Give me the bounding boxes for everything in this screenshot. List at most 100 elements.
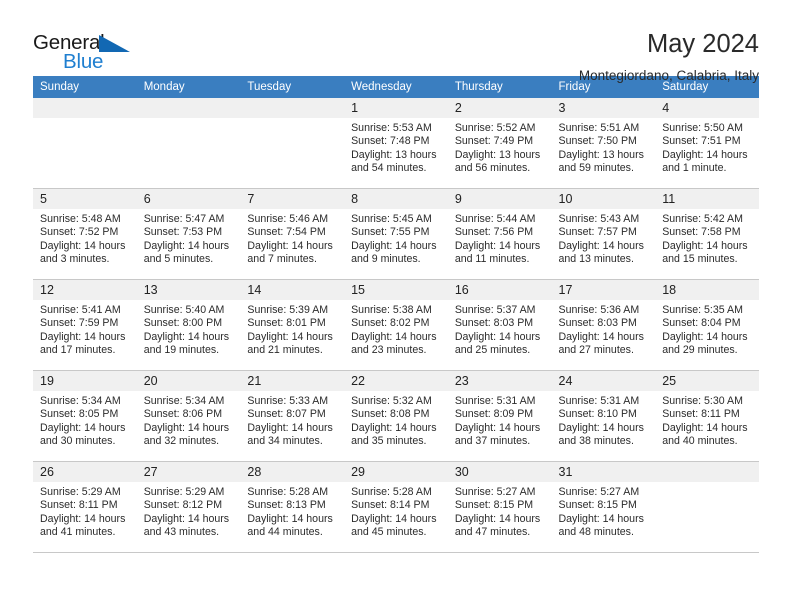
calendar-day-cell[interactable]: 20 Sunrise: 5:34 AM Sunset: 8:06 PM Dayligh… bbox=[136, 370, 241, 462]
detail-daylight-line2: and 21 minutes. bbox=[247, 344, 323, 357]
calendar-cell-inner: 12 Sunrise: 5:41 AM Sunset: 7:59 PM Dayligh… bbox=[33, 280, 137, 370]
calendar-day-cell[interactable]: 6 Sunrise: 5:47 AM Sunset: 7:53 PM Daylight… bbox=[136, 188, 241, 280]
detail-daylight-line1: Daylight: 14 hours bbox=[143, 330, 230, 343]
detail-sunset: Sunset: 7:54 PM bbox=[247, 226, 326, 239]
detail-daylight-line2: and 47 minutes. bbox=[454, 526, 531, 539]
detail-sunrise: Sunrise: 5:46 AM bbox=[247, 213, 329, 225]
calendar-day-cell[interactable]: 18 Sunrise: 5:35 AM Sunset: 8:04 PM Dayligh… bbox=[655, 279, 759, 371]
detail-sunrise: Sunrise: 5:43 AM bbox=[558, 213, 640, 225]
day-details: Sunrise: 5:34 AM Sunset: 8:06 PM Daylight:… bbox=[137, 391, 241, 449]
calendar-day-cell[interactable]: 4 Sunrise: 5:50 AM Sunset: 7:51 PM Daylight… bbox=[655, 98, 759, 189]
day-number: 6 bbox=[136, 189, 241, 209]
detail-daylight-line1: Daylight: 14 hours bbox=[558, 239, 644, 252]
detail-daylight-line2: and 30 minutes. bbox=[40, 435, 116, 448]
day-number: 7 bbox=[240, 189, 345, 209]
detail-sunset: Sunset: 8:11 PM bbox=[40, 499, 118, 512]
calendar-day-cell[interactable]: 11 Sunrise: 5:42 AM Sunset: 7:58 PM Dayligh… bbox=[655, 188, 759, 280]
calendar-week-row: 5 Sunrise: 5:48 AM Sunset: 7:52 PM Daylight… bbox=[33, 188, 759, 280]
day-details: Sunrise: 5:27 AM Sunset: 8:15 PM Daylight:… bbox=[448, 482, 552, 540]
detail-sunrise: Sunrise: 5:50 AM bbox=[662, 122, 743, 134]
detail-daylight-line2: and 37 minutes. bbox=[454, 435, 531, 448]
calendar-day-cell[interactable]: 17 Sunrise: 5:36 AM Sunset: 8:03 PM Dayligh… bbox=[551, 279, 656, 371]
day-number: 30 bbox=[447, 462, 552, 482]
day-details: Sunrise: 5:46 AM Sunset: 7:54 PM Daylight:… bbox=[240, 209, 344, 267]
detail-daylight-line2: and 19 minutes. bbox=[143, 344, 220, 357]
calendar-week-row: 1 Sunrise: 5:53 AM Sunset: 7:48 PM Daylight… bbox=[33, 98, 759, 189]
calendar-day-cell[interactable]: 13 Sunrise: 5:40 AM Sunset: 8:00 PM Dayligh… bbox=[136, 279, 241, 371]
calendar-day-cell[interactable]: 21 Sunrise: 5:33 AM Sunset: 8:07 PM Dayligh… bbox=[240, 370, 345, 462]
calendar-day-cell[interactable]: 3 Sunrise: 5:51 AM Sunset: 7:50 PM Daylight… bbox=[551, 98, 656, 189]
calendar-day-cell[interactable]: 12 Sunrise: 5:41 AM Sunset: 7:59 PM Dayligh… bbox=[33, 279, 137, 371]
detail-daylight-line1: Daylight: 14 hours bbox=[143, 421, 230, 434]
calendar-day-cell[interactable]: 5 Sunrise: 5:48 AM Sunset: 7:52 PM Daylight… bbox=[33, 188, 137, 280]
day-details: Sunrise: 5:47 AM Sunset: 7:53 PM Daylight:… bbox=[137, 209, 241, 267]
calendar-cell-inner: 1 Sunrise: 5:53 AM Sunset: 7:48 PM Daylight… bbox=[344, 98, 448, 188]
calendar-day-cell[interactable]: 29 Sunrise: 5:28 AM Sunset: 8:14 PM Dayligh… bbox=[344, 461, 448, 553]
detail-daylight-line2: and 34 minutes. bbox=[247, 435, 323, 448]
detail-daylight-line1: Daylight: 14 hours bbox=[454, 239, 541, 252]
calendar-cell-inner: 16 Sunrise: 5:37 AM Sunset: 8:03 PM Dayligh… bbox=[447, 280, 552, 370]
calendar-cell-inner: 2 Sunrise: 5:52 AM Sunset: 7:49 PM Daylight… bbox=[447, 98, 552, 188]
day-details: Sunrise: 5:30 AM Sunset: 8:11 PM Daylight:… bbox=[655, 391, 759, 449]
calendar-day-cell[interactable]: 14 Sunrise: 5:39 AM Sunset: 8:01 PM Dayligh… bbox=[240, 279, 345, 371]
detail-sunrise: Sunrise: 5:27 AM bbox=[454, 486, 536, 498]
calendar-week-row: 26 Sunrise: 5:29 AM Sunset: 8:11 PM Dayligh… bbox=[33, 461, 759, 553]
detail-sunrise: Sunrise: 5:29 AM bbox=[40, 486, 121, 498]
day-number bbox=[33, 98, 137, 118]
day-details: Sunrise: 5:51 AM Sunset: 7:50 PM Daylight:… bbox=[552, 118, 656, 176]
day-number: 23 bbox=[447, 371, 552, 391]
calendar-day-cell[interactable]: 24 Sunrise: 5:31 AM Sunset: 8:10 PM Dayligh… bbox=[551, 370, 656, 462]
detail-sunset: Sunset: 8:00 PM bbox=[143, 317, 223, 330]
calendar-day-cell[interactable]: 1 Sunrise: 5:53 AM Sunset: 7:48 PM Daylight… bbox=[344, 98, 448, 189]
calendar-day-cell[interactable]: 9 Sunrise: 5:44 AM Sunset: 7:56 PM Daylight… bbox=[447, 188, 552, 280]
detail-sunrise: Sunrise: 5:28 AM bbox=[247, 486, 329, 498]
general-blue-logo[interactable]: General Blue bbox=[33, 30, 143, 76]
detail-daylight-line2: and 35 minutes. bbox=[351, 435, 427, 448]
calendar-day-cell[interactable]: 30 Sunrise: 5:27 AM Sunset: 8:15 PM Dayligh… bbox=[447, 461, 552, 553]
calendar-day-cell[interactable]: 19 Sunrise: 5:34 AM Sunset: 8:05 PM Dayligh… bbox=[33, 370, 137, 462]
calendar-day-cell[interactable]: 27 Sunrise: 5:29 AM Sunset: 8:12 PM Dayligh… bbox=[136, 461, 241, 553]
detail-sunrise: Sunrise: 5:47 AM bbox=[143, 213, 225, 225]
calendar-day-cell[interactable]: 10 Sunrise: 5:43 AM Sunset: 7:57 PM Dayligh… bbox=[551, 188, 656, 280]
day-details: Sunrise: 5:31 AM Sunset: 8:09 PM Daylight:… bbox=[448, 391, 552, 449]
calendar-cell-inner: 9 Sunrise: 5:44 AM Sunset: 7:56 PM Daylight… bbox=[447, 189, 552, 279]
day-number bbox=[655, 462, 759, 482]
day-details: Sunrise: 5:44 AM Sunset: 7:56 PM Daylight:… bbox=[448, 209, 552, 267]
calendar-day-cell[interactable]: 23 Sunrise: 5:31 AM Sunset: 8:09 PM Dayligh… bbox=[447, 370, 552, 462]
calendar-day-cell[interactable]: 28 Sunrise: 5:28 AM Sunset: 8:13 PM Dayligh… bbox=[240, 461, 345, 553]
detail-sunset: Sunset: 8:06 PM bbox=[143, 408, 223, 421]
detail-daylight-line1: Daylight: 14 hours bbox=[247, 421, 333, 434]
day-details: Sunrise: 5:28 AM Sunset: 8:13 PM Daylight:… bbox=[240, 482, 344, 540]
calendar-cell-inner: 4 Sunrise: 5:50 AM Sunset: 7:51 PM Daylight… bbox=[655, 98, 759, 188]
calendar-cell-inner: 13 Sunrise: 5:40 AM Sunset: 8:00 PM Dayligh… bbox=[136, 280, 241, 370]
day-details: Sunrise: 5:31 AM Sunset: 8:10 PM Daylight:… bbox=[552, 391, 656, 449]
day-details: Sunrise: 5:48 AM Sunset: 7:52 PM Daylight:… bbox=[33, 209, 137, 267]
day-number: 13 bbox=[136, 280, 241, 300]
day-number: 4 bbox=[655, 98, 759, 118]
day-details: Sunrise: 5:34 AM Sunset: 8:05 PM Daylight:… bbox=[33, 391, 137, 449]
detail-daylight-line2: and 5 minutes. bbox=[143, 253, 214, 266]
calendar-day-cell[interactable]: 25 Sunrise: 5:30 AM Sunset: 8:11 PM Dayligh… bbox=[655, 370, 759, 462]
calendar-day-cell[interactable]: 8 Sunrise: 5:45 AM Sunset: 7:55 PM Daylight… bbox=[344, 188, 448, 280]
calendar-day-cell[interactable]: 22 Sunrise: 5:32 AM Sunset: 8:08 PM Dayligh… bbox=[344, 370, 448, 462]
day-details: Sunrise: 5:40 AM Sunset: 8:00 PM Daylight:… bbox=[137, 300, 241, 358]
detail-sunrise: Sunrise: 5:51 AM bbox=[558, 122, 640, 134]
detail-daylight-line1: Daylight: 13 hours bbox=[454, 148, 541, 161]
calendar-day-cell[interactable]: 15 Sunrise: 5:38 AM Sunset: 8:02 PM Dayligh… bbox=[344, 279, 448, 371]
calendar-day-cell[interactable]: 7 Sunrise: 5:46 AM Sunset: 7:54 PM Daylight… bbox=[240, 188, 345, 280]
calendar-cell-inner: 27 Sunrise: 5:29 AM Sunset: 8:12 PM Dayligh… bbox=[136, 462, 241, 552]
day-details: Sunrise: 5:28 AM Sunset: 8:14 PM Daylight:… bbox=[344, 482, 448, 540]
calendar-day-cell[interactable]: 2 Sunrise: 5:52 AM Sunset: 7:49 PM Daylight… bbox=[447, 98, 552, 189]
day-details: Sunrise: 5:53 AM Sunset: 7:48 PM Daylight:… bbox=[344, 118, 448, 176]
detail-sunset: Sunset: 8:01 PM bbox=[247, 317, 326, 330]
detail-sunset: Sunset: 8:15 PM bbox=[558, 499, 637, 512]
detail-daylight-line2: and 17 minutes. bbox=[40, 344, 116, 357]
calendar-day-cell[interactable]: 16 Sunrise: 5:37 AM Sunset: 8:03 PM Dayligh… bbox=[447, 279, 552, 371]
detail-sunrise: Sunrise: 5:30 AM bbox=[662, 395, 743, 407]
detail-sunset: Sunset: 8:02 PM bbox=[351, 317, 430, 330]
detail-daylight-line1: Daylight: 14 hours bbox=[558, 512, 644, 525]
calendar-day-cell[interactable]: 26 Sunrise: 5:29 AM Sunset: 8:11 PM Dayligh… bbox=[33, 461, 137, 553]
calendar-day-cell[interactable]: 31 Sunrise: 5:27 AM Sunset: 8:15 PM Dayligh… bbox=[551, 461, 656, 553]
day-number: 10 bbox=[551, 189, 656, 209]
day-number: 22 bbox=[344, 371, 448, 391]
